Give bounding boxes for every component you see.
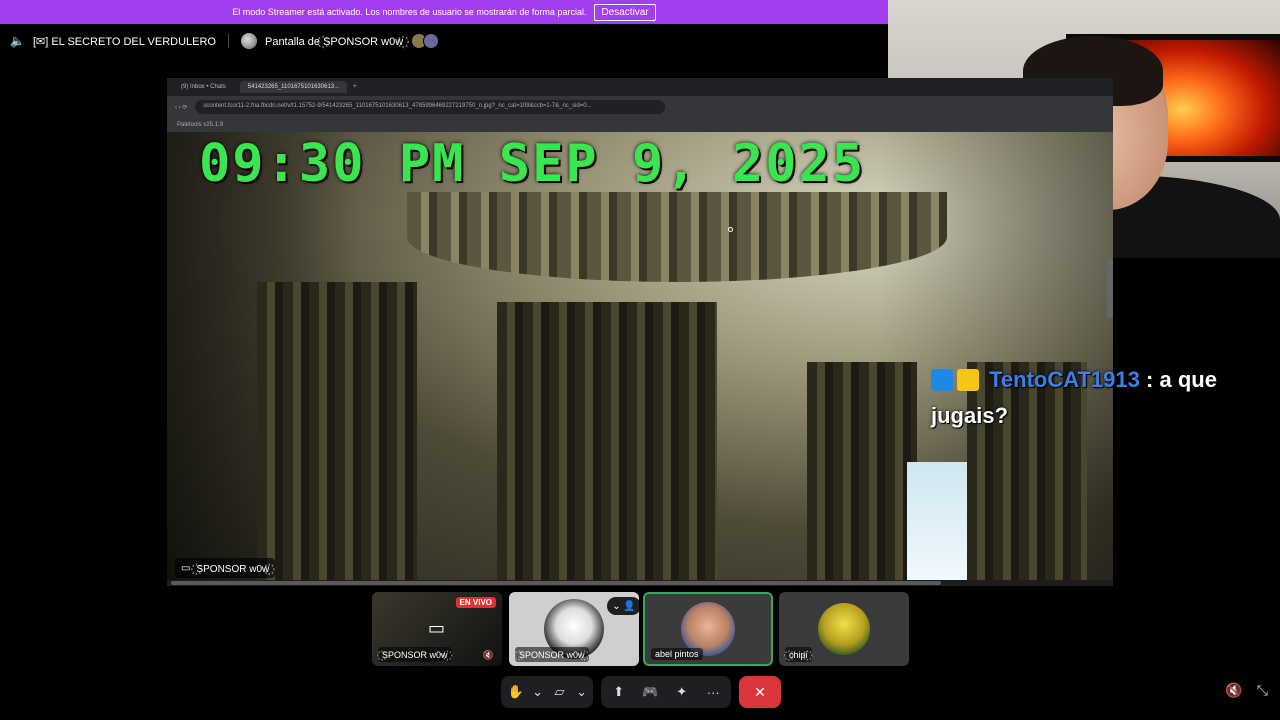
chat-username: TentoCAT1913 — [989, 367, 1140, 392]
mute-icon[interactable]: 🔇 — [483, 650, 494, 661]
participant-tile-speaking[interactable]: abel pintos — [643, 592, 773, 666]
crown-badge-icon — [957, 369, 979, 391]
bookmark-item: Paletools v25.1.9 — [177, 122, 224, 128]
more-options-button[interactable]: ··· — [702, 680, 726, 704]
avatar — [818, 603, 870, 655]
horizontal-scrollbar[interactable] — [167, 580, 1113, 586]
timestamp-overlay: 09:30 PM SEP 9, 2025 — [199, 134, 866, 194]
streamer-mode-message: El modo Streamer está activado. Los nomb… — [232, 7, 587, 17]
screen-share-icon: ▭ — [181, 562, 191, 574]
call-header: 🔈 [✉] EL SECRETO DEL VERDULERO Pantalla … — [0, 24, 888, 58]
shared-image — [167, 132, 1113, 586]
call-controls: ✋ ⌄ ▱ ⌄ ⬆ 🎮 ✦ ··· ✕ 🔇 ⤡ — [0, 674, 1280, 710]
browser-tab: (9) Inbox • Chats — [181, 84, 226, 90]
stream-owner-label: ▭ ꙰SPONSOR w0w꙰ — [175, 558, 276, 578]
screen-share-icon[interactable]: ⬆ — [607, 680, 631, 704]
camera-off-icon[interactable]: ▱ — [551, 680, 568, 704]
activity-controls: ⬆ 🎮 ✦ ··· — [601, 676, 731, 708]
participant-tile[interactable]: ꙰chipi꙰ — [779, 592, 909, 666]
vertical-scrollbar[interactable] — [1107, 258, 1113, 318]
curtain-right-1 — [807, 362, 917, 582]
chat-overlay: TentoCAT1913 : a que jugais? — [931, 362, 1271, 434]
chat-separator: : — [1139, 367, 1160, 392]
participant-name: ꙰SPONSOR w0w꙰ — [515, 647, 589, 662]
soundboard-icon[interactable]: ✦ — [670, 680, 694, 704]
media-controls: ✋ ⌄ ▱ ⌄ — [501, 676, 593, 708]
shared-screen[interactable]: (9) Inbox • Chats 541423265_110167510163… — [167, 78, 1113, 586]
url-field: scontent.fcor11-2.fna.fbcdn.net/v/t1.157… — [195, 100, 666, 114]
browser-address-bar: ‹ › ⟳ scontent.fcor11-2.fna.fbcdn.net/v/… — [167, 96, 1113, 118]
fullscreen-exit-icon[interactable]: ⤡ — [1257, 682, 1268, 699]
browser-tab-active: 541423265_1101675101630613... — [239, 81, 348, 93]
participant-name: ꙰chipi꙰ — [785, 647, 812, 662]
streamer-mode-banner: El modo Streamer está activado. Los nomb… — [0, 0, 888, 24]
moderator-badge-icon — [931, 369, 953, 391]
curtain-center — [497, 302, 717, 582]
cursor-icon — [728, 227, 733, 232]
divider — [227, 34, 229, 48]
participant-tile[interactable]: ꙰SPONSOR w0w꙰ ⌄ 👤 — [509, 592, 639, 666]
channel-name[interactable]: [✉] EL SECRETO DEL VERDULERO — [33, 35, 216, 48]
user-menu-icon[interactable]: ⌄ 👤 — [607, 597, 639, 615]
participant-name: abel pintos — [651, 648, 703, 660]
disable-streamer-mode-button[interactable]: Desactivar — [594, 3, 656, 21]
viewers-avatars[interactable] — [411, 33, 440, 49]
screen-share-icon: ▭ — [428, 618, 446, 638]
new-tab-icon: + — [353, 84, 357, 90]
chevron-down-icon[interactable]: ⌄ — [576, 680, 587, 704]
gamepad-icon[interactable]: 🎮 — [639, 680, 663, 704]
disconnect-button[interactable]: ✕ — [739, 676, 781, 708]
view-options: 🔇 ⤡ — [1225, 682, 1268, 699]
chevron-down-icon[interactable]: ⌄ — [532, 680, 543, 704]
bookmarks-bar: Paletools v25.1.9 — [167, 118, 1113, 132]
volume-mute-icon[interactable]: 🔇 — [1225, 682, 1242, 699]
window-light — [907, 462, 967, 586]
participant-tile-stream[interactable]: EN VIVO ▭ ꙰SPONSOR w0w꙰ 🔇 — [372, 592, 502, 666]
live-badge: EN VIVO — [455, 597, 496, 608]
hang-up-icon: ✕ — [754, 683, 766, 700]
stream-owner-name: ꙰SPONSOR w0w꙰ — [196, 564, 270, 575]
canopy-valance — [407, 192, 947, 282]
scroll-thumb[interactable] — [171, 581, 941, 585]
screen-share-title: Pantalla de ꙰SPONSOR w0w꙰ — [264, 35, 404, 48]
curtain-left — [257, 282, 417, 582]
avatar — [240, 33, 257, 49]
back-icon: ‹ › ⟳ — [175, 104, 188, 111]
hand-icon[interactable]: ✋ — [507, 680, 524, 704]
participant-name: ꙰SPONSOR w0w꙰ — [378, 647, 452, 662]
speaker-icon[interactable]: 🔈 — [10, 34, 25, 48]
browser-tab-bar: (9) Inbox • Chats 541423265_110167510163… — [167, 78, 1113, 96]
